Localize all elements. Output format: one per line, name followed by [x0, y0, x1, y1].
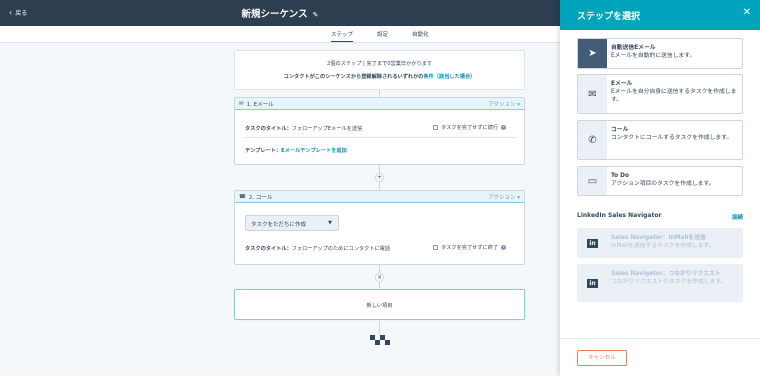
option-title: Sales Navigator：InMailを送信 [611, 235, 706, 241]
checkbox[interactable] [433, 125, 438, 130]
panel-footer: キャンセル [560, 338, 760, 376]
option-connection-request: in Sales Navigator：つながりリクエスト つながりリクエストのタス… [577, 264, 743, 302]
finish-flag-icon [370, 335, 390, 345]
tab-bar: ステップ 設定 自動化 [0, 26, 560, 43]
option-desc: アクション項目のタスクを作成します。 [611, 181, 715, 187]
option-text: コールコンタクトにコールするタスクを作成します。 [611, 126, 738, 142]
cancel-button[interactable]: キャンセル [577, 350, 627, 366]
panel-header: ステップを選択 ✕ [560, 0, 760, 30]
info-icon[interactable]: i [501, 125, 507, 130]
task-title-row: タスクのタイトル：フォローアップのためにコンタクトに電話 [245, 245, 390, 252]
unenroll-criteria-link[interactable]: 条件（該当した場合） [423, 74, 475, 80]
step-header: ✉ 1. Eメール アクション ▾ [235, 98, 524, 110]
task-title-label: タスクのタイトル： [245, 126, 292, 132]
task-title-value: フォローアップEメールを送信 [291, 126, 363, 132]
checkbox-label: タスクを完了せずに終了 [441, 245, 499, 251]
new-item-label: 新しい項目 [366, 303, 393, 309]
info-icon[interactable]: i [501, 245, 507, 250]
edit-pencil-icon[interactable]: ✎ [313, 11, 319, 19]
top-bar: ‹ 戻る 新規シーケンス ✎ [0, 0, 560, 26]
step-label: 2. コール [248, 194, 273, 201]
close-icon[interactable]: ✕ [743, 7, 751, 18]
new-item-placeholder[interactable]: 新しい項目 [234, 289, 525, 320]
connector-line [379, 320, 380, 335]
unenroll-line: コンタクトがこのシーケンスから登録解除されるいずれかの条件（該当した場合） [235, 73, 524, 80]
template-row: テンプレート：Eメールテンプレートを追加 [245, 147, 347, 154]
sequence-summary: 2個のステップ | 完了まで0営業日かかります コンタクトがこのシーケンスから登… [234, 50, 525, 90]
option-text: 自動送信Eメール Eメールを自動的に送信します。 [611, 44, 738, 60]
option-title: Sales Navigator：つながりリクエスト [611, 271, 721, 277]
option-desc: Eメールを自動的に送信します。 [611, 53, 696, 59]
add-template-link[interactable]: Eメールテンプレートを追加 [281, 148, 347, 154]
template-label: テンプレート： [245, 148, 282, 154]
divider [245, 137, 516, 138]
linkedin-heading: LinkedIn Sales Navigator [577, 212, 662, 219]
option-text: To Do アクション項目のタスクを作成します。 [611, 172, 738, 188]
step-actions-dropdown[interactable]: アクション ▾ [488, 100, 520, 108]
select-step-panel: ステップを選択 ✕ ➤ 自動送信Eメール Eメールを自動的に送信します。 ✉ Eメ… [560, 0, 760, 376]
option-todo[interactable]: ▭ To Do アクション項目のタスクを作成します。 [577, 166, 743, 196]
option-title: To Do [611, 173, 629, 179]
step-actions-dropdown[interactable]: アクション ▾ [488, 193, 520, 201]
actions-label: アクション [488, 101, 516, 108]
task-title-label: タスクのタイトル： [245, 246, 292, 252]
option-inmail: in Sales Navigator：InMailを送信 InMailを送信するタ… [577, 228, 743, 258]
option-title: 自動送信Eメール [611, 45, 656, 51]
todo-icon: ▭ [578, 167, 607, 195]
tab-settings[interactable]: 設定 [377, 30, 388, 38]
option-text: Sales Navigator：InMailを送信 InMailを送信するタスクを… [611, 234, 738, 250]
linkedin-icon: in [587, 238, 598, 248]
checkbox[interactable] [433, 245, 438, 250]
close-step-button[interactable]: × [375, 273, 384, 282]
option-title: Eメール [611, 81, 633, 87]
end-checkbox[interactable]: タスクを完了せずに終了 i [433, 244, 507, 251]
linkedin-icon: in [587, 278, 598, 288]
panel-title: ステップを選択 [577, 12, 641, 22]
phone-icon: ✆ [578, 121, 607, 159]
tab-automation[interactable]: 自動化 [412, 30, 429, 38]
envelope-icon: ✉ [578, 75, 607, 113]
option-text: Sales Navigator：つながりリクエスト つながりリクエストのタスクを作… [611, 270, 738, 286]
checkbox-label: タスクを完了せずに続行 [441, 125, 499, 131]
task-timing-dropdown[interactable]: タスクをただちに作成 ▼ [245, 215, 339, 231]
caret-down-icon: ▼ [328, 220, 332, 226]
connect-link[interactable]: 接続 [732, 213, 743, 221]
option-desc: つながりリクエストのタスクを作成します。 [611, 279, 727, 285]
option-auto-email[interactable]: ➤ 自動送信Eメール Eメールを自動的に送信します。 [577, 38, 743, 69]
tab-steps[interactable]: ステップ [331, 30, 354, 42]
sequence-name: 新規シーケンス [241, 9, 308, 20]
option-title: コール [611, 127, 629, 133]
option-email[interactable]: ✉ Eメール Eメールを自分自身に送信するタスクを作成します。 [577, 74, 743, 114]
dropdown-value: タスクをただちに作成 [251, 222, 307, 228]
step-card-email[interactable]: ✉ 1. Eメール アクション ▾ タスクのタイトル：フォローアップEメールを送信… [234, 97, 525, 165]
summary-line: 2個のステップ | 完了まで0営業日かかります [326, 61, 433, 67]
envelope-icon: ✉ [239, 100, 244, 107]
task-title-value: フォローアップのためにコンタクトに電話 [291, 246, 391, 252]
add-step-button[interactable]: + [375, 173, 384, 182]
step-card-call[interactable]: ☎ 2. コール アクション ▾ タスクをただちに作成 ▼ タスクのタイトル：フォ… [234, 190, 525, 265]
step-header: ☎ 2. コール アクション ▾ [235, 191, 524, 203]
unenroll-text: コンタクトがこのシーケンスから登録解除されるいずれかの [283, 74, 424, 80]
page-title: 新規シーケンス ✎ [0, 6, 560, 20]
sequence-canvas: 2個のステップ | 完了まで0営業日かかります コンタクトがこのシーケンスから登… [0, 44, 560, 376]
option-desc: InMailを送信するタスクを作成します。 [611, 243, 715, 249]
actions-label: アクション [488, 194, 516, 201]
option-desc: コンタクトにコールするタスクを作成します。 [611, 135, 733, 141]
task-title-row: タスクのタイトル：フォローアップEメールを送信 [245, 125, 362, 132]
send-icon: ➤ [578, 39, 607, 68]
continue-checkbox[interactable]: タスクを完了せずに続行 i [433, 124, 507, 131]
option-desc: Eメールを自分自身に送信するタスクを作成します。 [611, 89, 737, 103]
option-text: Eメール Eメールを自分自身に送信するタスクを作成します。 [611, 80, 738, 104]
step-label-wrap: ☎ 2. コール [239, 193, 272, 201]
phone-icon: ☎ [239, 193, 246, 200]
option-call[interactable]: ✆ コールコンタクトにコールするタスクを作成します。 [577, 120, 743, 160]
step-label-wrap: ✉ 1. Eメール [239, 100, 274, 108]
step-label: 1. Eメール [246, 101, 274, 108]
